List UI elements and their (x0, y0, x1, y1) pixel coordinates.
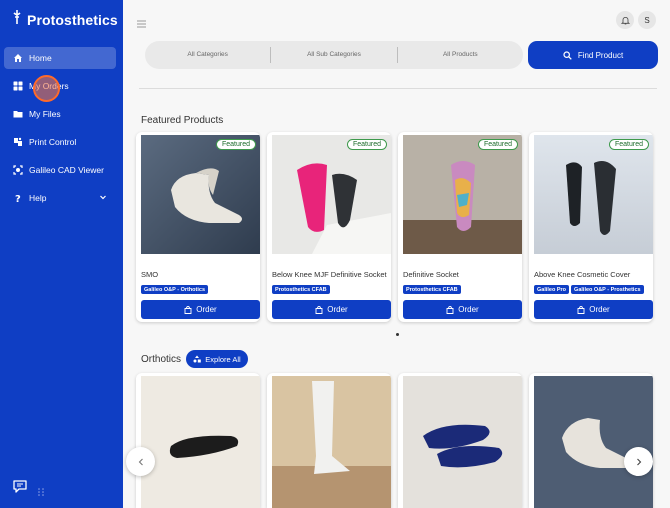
cad-viewer-icon (13, 165, 23, 175)
product-name: Below Knee MJF Definitive Socket (272, 270, 387, 279)
product-name: Above Knee Cosmetic Cover (534, 270, 631, 279)
explore-all-button[interactable]: Explore All (186, 350, 248, 368)
carousel-indicator[interactable] (396, 333, 399, 336)
orthotics-title: Orthotics (141, 354, 182, 365)
product-image (534, 135, 653, 254)
order-label: Order (458, 305, 479, 314)
find-product-button[interactable]: Find Product (528, 41, 658, 69)
main-content: S All Categories All Sub Categories All … (123, 0, 670, 508)
grid-icon (13, 81, 23, 91)
sidebar-item-label: Galileo CAD Viewer (29, 165, 104, 175)
print-control-icon (13, 137, 23, 147)
menu-toggle-icon[interactable] (137, 15, 146, 33)
sidebar-item-label: Home (29, 53, 52, 63)
product-image (141, 376, 260, 508)
order-label: Order (327, 305, 348, 314)
help-icon: ? (13, 193, 23, 203)
product-image (141, 135, 260, 254)
featured-badge: Featured (215, 139, 256, 150)
sidebar-item-help[interactable]: ? Help (4, 187, 116, 209)
featured-badge: Featured (608, 139, 649, 150)
product-card[interactable] (136, 373, 260, 508)
product-name: SMO (141, 270, 159, 279)
sidebar-item-galileo-cad-viewer[interactable]: Galileo CAD Viewer (4, 159, 116, 181)
avatar[interactable]: S (638, 11, 656, 29)
sidebar-item-my-files[interactable]: My Files (4, 103, 116, 125)
featured-products-title: Featured Products (141, 115, 224, 126)
product-card-smo[interactable]: Featured SMO Galileo O&P - Orthotics Ord… (136, 132, 260, 322)
divider (139, 88, 657, 89)
featured-badge: Featured (477, 139, 518, 150)
product-tags: Galileo Pro Galileo O&P - Prosthetics (534, 285, 644, 294)
product-tag: Protosthetics CFAB (403, 285, 461, 294)
find-product-label: Find Product (577, 50, 624, 60)
product-name: Definitive Socket (403, 270, 459, 279)
brand[interactable]: Protosthetics (12, 10, 118, 29)
filter-bar: All Categories All Sub Categories All Pr… (145, 41, 523, 69)
product-image (272, 376, 391, 508)
sidebar-item-label: Print Control (29, 137, 77, 147)
product-select[interactable]: All Products (396, 47, 523, 63)
bag-icon (577, 305, 585, 314)
category-select[interactable]: All Categories (145, 47, 270, 63)
product-image (534, 376, 653, 508)
product-card-below-knee-socket[interactable]: Featured Below Knee MJF Definitive Socke… (267, 132, 391, 322)
chevron-right-icon (636, 458, 641, 465)
carousel-next-button[interactable] (624, 447, 653, 476)
featured-badge: Featured (346, 139, 387, 150)
bell-icon (620, 16, 630, 24)
sidebar-item-my-orders[interactable]: My Orders (4, 75, 116, 97)
explore-all-label: Explore All (205, 354, 241, 364)
carousel-prev-button[interactable] (126, 447, 155, 476)
order-button[interactable]: Order (141, 300, 260, 319)
click-indicator (33, 75, 60, 102)
order-label: Order (589, 305, 610, 314)
product-tags: Protosthetics CFAB (403, 285, 461, 294)
sidebar-item-label: Help (29, 193, 47, 203)
order-label: Order (196, 305, 217, 314)
sidebar-item-print-control[interactable]: Print Control (4, 131, 116, 153)
bag-icon (446, 305, 454, 314)
product-tag: Galileo O&P - Orthotics (141, 285, 209, 294)
product-tag: Galileo O&P - Prosthetics (571, 285, 644, 294)
sub-category-select[interactable]: All Sub Categories (270, 47, 396, 63)
product-tag: Protosthetics CFAB (272, 285, 330, 294)
svg-text:?: ? (15, 194, 21, 203)
bag-icon (184, 305, 192, 314)
product-card[interactable] (398, 373, 522, 508)
product-card-above-knee-cover[interactable]: Featured Above Knee Cosmetic Cover Galil… (529, 132, 653, 322)
product-image (403, 376, 522, 508)
product-card-definitive-socket[interactable]: Featured Definitive Socket Protosthetics… (398, 132, 522, 322)
bag-icon (315, 305, 323, 314)
product-card[interactable] (529, 373, 653, 508)
drag-handle-icon[interactable] (38, 483, 44, 501)
search-icon (563, 50, 572, 60)
chat-button[interactable] (12, 478, 28, 499)
order-button[interactable]: Order (534, 300, 653, 319)
home-icon (13, 53, 23, 63)
brand-name: Protosthetics (27, 11, 118, 28)
notifications-button[interactable] (616, 11, 634, 29)
product-tag: Galileo Pro (534, 285, 570, 294)
product-card[interactable] (267, 373, 391, 508)
brand-logo-icon (12, 10, 22, 29)
sidebar-item-home[interactable]: Home (4, 47, 116, 69)
shapes-icon (193, 355, 202, 363)
order-button[interactable]: Order (403, 300, 522, 319)
sidebar: Protosthetics Home My Orders My Files Pr… (0, 0, 123, 508)
folder-icon (13, 109, 23, 119)
chat-icon (13, 480, 27, 493)
product-image (403, 135, 522, 254)
order-button[interactable]: Order (272, 300, 391, 319)
chevron-left-icon (138, 458, 143, 465)
product-tags: Galileo O&P - Orthotics (141, 285, 209, 294)
sidebar-item-label: My Files (29, 109, 61, 119)
chevron-down-icon (99, 193, 107, 203)
product-tags: Protosthetics CFAB (272, 285, 330, 294)
product-image (272, 135, 391, 254)
